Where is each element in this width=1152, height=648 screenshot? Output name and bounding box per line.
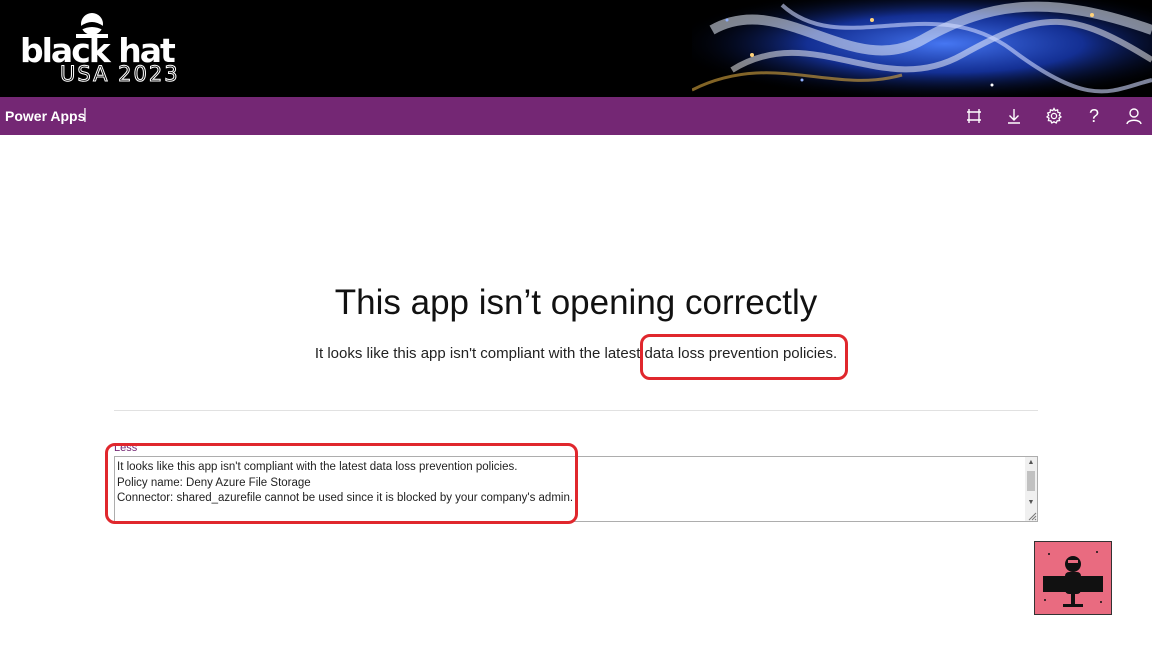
blackhat-logo: black hat USA 2023 [20, 12, 190, 87]
hacker-illustration-icon [1043, 551, 1103, 607]
banner-artwork [692, 0, 1152, 97]
conference-banner: black hat USA 2023 [0, 0, 1152, 97]
download-button[interactable] [998, 101, 1030, 131]
power-apps-header: Power Apps | ? [0, 97, 1152, 135]
scroll-thumb[interactable] [1027, 471, 1035, 491]
error-title: This app isn’t opening correctly [334, 283, 818, 322]
logo-event: USA 2023 [60, 62, 180, 87]
help-button[interactable]: ? [1078, 101, 1110, 131]
highlight-annotation-details [105, 443, 578, 524]
fit-to-window-button[interactable] [958, 101, 990, 131]
highlight-annotation-policies [640, 334, 848, 380]
divider [114, 410, 1038, 411]
app-title[interactable]: Power Apps [5, 107, 85, 125]
error-message: It looks like this app isn't compliant w… [314, 345, 838, 362]
speaker-avatar-badge [1034, 541, 1112, 615]
fit-to-window-icon [967, 109, 981, 123]
help-icon: ? [1088, 106, 1099, 126]
resize-grip-icon[interactable] [1027, 511, 1037, 521]
scroll-up-icon[interactable]: ▲ [1025, 457, 1037, 469]
download-icon [1008, 109, 1020, 124]
user-icon [1126, 108, 1142, 125]
title-separator: | [83, 106, 87, 123]
scroll-down-icon[interactable]: ▼ [1025, 497, 1037, 509]
gear-icon [1045, 107, 1063, 124]
settings-button[interactable] [1038, 101, 1070, 131]
account-button[interactable] [1118, 101, 1150, 131]
